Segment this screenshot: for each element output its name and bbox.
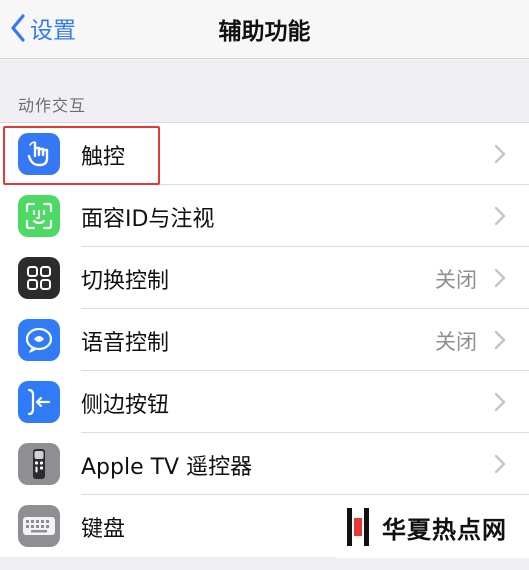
tv-remote-icon	[18, 443, 60, 485]
section-header: 动作交互	[18, 96, 87, 115]
row-side-button-label: 侧边按钮	[81, 393, 170, 418]
row-voice-control[interactable]: 语音控制 关闭	[0, 309, 529, 371]
face-id-icon	[18, 195, 60, 237]
watermark-text: 华夏热点网	[382, 515, 507, 544]
row-apple-tv-remote-label: Apple TV 遥控器	[81, 455, 253, 480]
chevron-right-icon	[494, 392, 506, 412]
navigation-bar: 设置 辅助功能	[0, 0, 529, 59]
row-switch-control-label: 切换控制	[81, 269, 170, 294]
row-face-id-attention[interactable]: 面容ID与注视	[0, 185, 529, 247]
voice-control-icon	[18, 319, 60, 361]
side-button-icon	[18, 381, 60, 423]
chevron-right-icon	[494, 206, 506, 226]
chevron-right-icon	[494, 330, 506, 350]
row-switch-control[interactable]: 切换控制 关闭	[0, 247, 529, 309]
row-voice-control-label: 语音控制	[81, 331, 170, 356]
row-voice-control-value: 关闭	[435, 330, 477, 354]
switch-control-icon	[18, 257, 60, 299]
row-side-button[interactable]: 侧边按钮	[0, 371, 529, 433]
chevron-right-icon	[494, 268, 506, 288]
row-apple-tv-remote[interactable]: Apple TV 遥控器	[0, 433, 529, 495]
watermark: 华夏热点网	[336, 496, 529, 558]
settings-list: 触控 面容ID与注视 切换控制 关闭 语音控制 关闭 侧边按钮 Apple TV…	[0, 122, 529, 557]
row-face-id-label: 面容ID与注视	[81, 207, 215, 232]
keyboard-icon	[18, 505, 60, 547]
page-title: 辅助功能	[218, 19, 311, 45]
watermark-logo-icon	[347, 508, 369, 546]
chevron-right-icon	[494, 144, 506, 164]
highlight-box	[3, 126, 160, 185]
chevron-right-icon	[494, 454, 506, 474]
row-keyboard-label: 键盘	[81, 517, 126, 542]
row-switch-control-value: 关闭	[435, 268, 477, 292]
